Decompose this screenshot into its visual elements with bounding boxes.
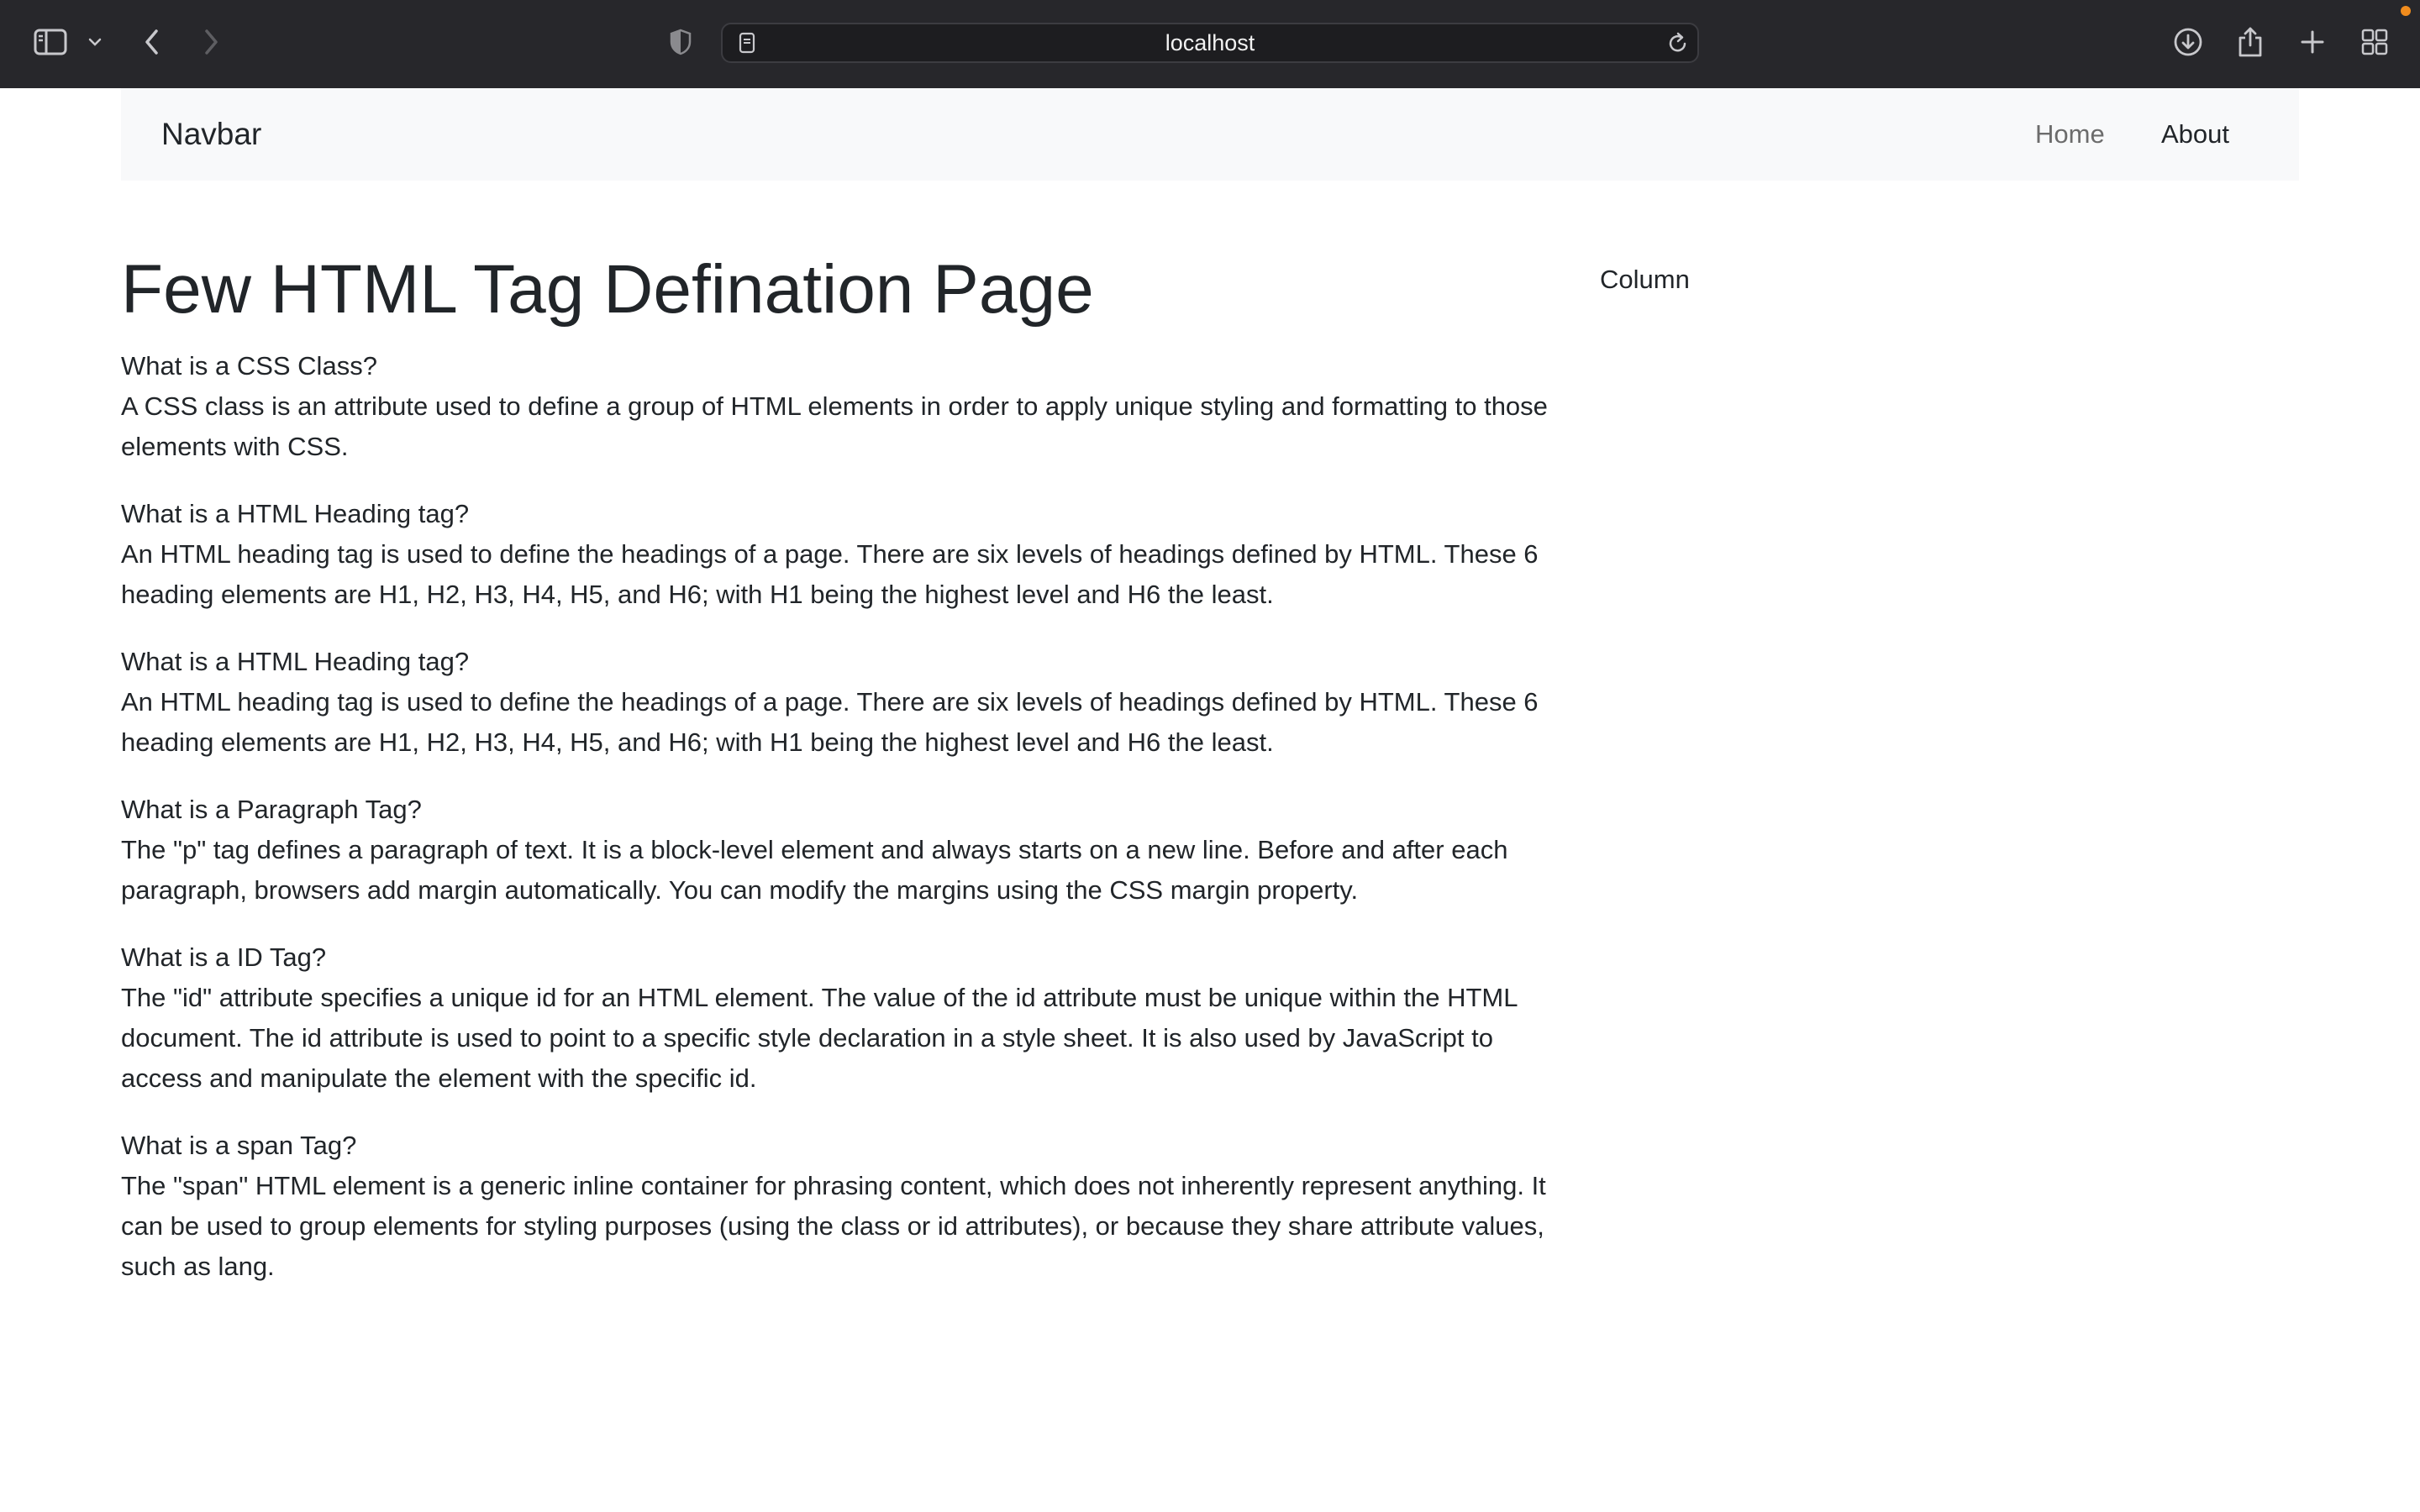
forward-arrow-icon[interactable] (202, 28, 220, 56)
reload-icon[interactable] (1667, 31, 1689, 55)
section-question: What is a Paragraph Tag? (121, 795, 422, 825)
share-icon[interactable] (2237, 26, 2264, 58)
privacy-shield-icon[interactable] (669, 28, 692, 56)
sidebar-icon[interactable] (34, 29, 67, 55)
plus-icon[interactable] (2300, 29, 2325, 55)
page-title: Few HTML Tag Defination Page (121, 251, 1094, 328)
browser-toolbar: localhost (0, 0, 2420, 88)
chevron-down-icon[interactable] (87, 37, 103, 47)
section-answer: The "id" attribute specifies a unique id… (121, 983, 1518, 1094)
section-question: What is a HTML Heading tag? (121, 499, 470, 529)
url-text: localhost (1165, 29, 1255, 55)
section-question: What is a HTML Heading tag? (121, 647, 470, 677)
address-bar[interactable]: localhost (721, 23, 1699, 63)
definition-section: What is a Paragraph Tag? The "p" tag def… (121, 790, 1566, 911)
side-column: Column (1600, 265, 1690, 294)
back-arrow-icon[interactable] (143, 28, 161, 56)
tab-overview-icon[interactable] (2361, 29, 2388, 55)
notification-dot (2401, 6, 2411, 16)
nav-link-about[interactable]: About (2161, 119, 2229, 150)
definition-section: What is a ID Tag? The "id" attribute spe… (121, 937, 1566, 1099)
section-question: What is a span Tag? (121, 1131, 357, 1161)
main-column: Few HTML Tag Defination Page What is a C… (121, 251, 1566, 1314)
section-answer: An HTML heading tag is used to define th… (121, 539, 1539, 610)
section-question: What is a ID Tag? (121, 942, 327, 973)
navbar-brand[interactable]: Navbar (161, 117, 261, 152)
nav-link-home[interactable]: Home (2035, 119, 2105, 150)
section-answer: The "p" tag defines a paragraph of text.… (121, 835, 1508, 906)
definition-section: What is a HTML Heading tag? An HTML head… (121, 494, 1566, 615)
navbar: Navbar Home About (121, 88, 2299, 181)
definition-section: What is a CSS Class? A CSS class is an a… (121, 346, 1566, 467)
section-answer: The "span" HTML element is a generic inl… (121, 1171, 1546, 1282)
section-answer: A CSS class is an attribute used to defi… (121, 391, 1548, 462)
section-answer: An HTML heading tag is used to define th… (121, 687, 1539, 758)
download-icon[interactable] (2173, 27, 2203, 57)
definition-section: What is a span Tag? The "span" HTML elem… (121, 1126, 1566, 1287)
definition-section: What is a HTML Heading tag? An HTML head… (121, 642, 1566, 763)
section-question: What is a CSS Class? (121, 351, 377, 381)
